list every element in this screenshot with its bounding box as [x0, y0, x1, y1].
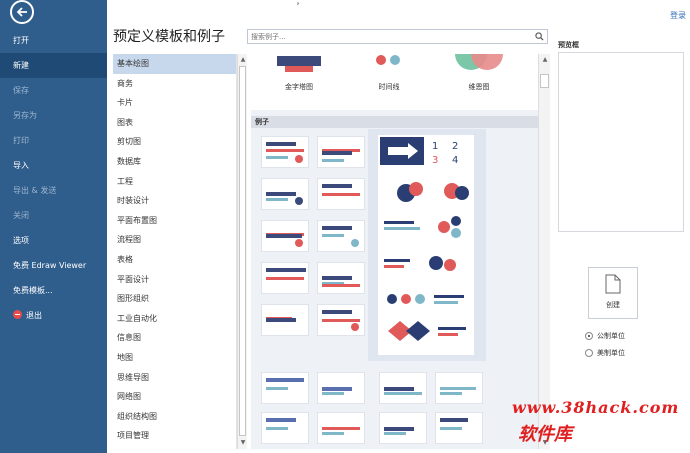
file-menu: 打开 新建 保存 另存为 打印 导入 导出 & 发送 关闭 选项 免费 Edra…: [0, 28, 107, 328]
category-item[interactable]: 信息图: [113, 328, 236, 348]
login-link[interactable]: 登录: [670, 10, 686, 21]
example-thumbnail[interactable]: [317, 220, 365, 252]
category-item[interactable]: 工程: [113, 172, 236, 192]
example-thumbnail[interactable]: [261, 262, 309, 294]
scroll-up-icon[interactable]: ▲: [239, 56, 247, 64]
category-item[interactable]: 平面布置图: [113, 211, 236, 231]
create-label: 创建: [606, 301, 620, 309]
example-thumbnail[interactable]: [317, 412, 365, 444]
example-thumbnail[interactable]: [379, 412, 427, 444]
category-item[interactable]: 商务: [113, 74, 236, 94]
sidebar: 打开 新建 保存 另存为 打印 导入 导出 & 发送 关闭 选项 免费 Edra…: [0, 0, 107, 453]
category-item[interactable]: 基本绘图: [113, 54, 236, 74]
example-thumbnail[interactable]: [379, 372, 427, 404]
watermark-url: www.38hack.com: [512, 398, 680, 417]
category-item[interactable]: 思维导图: [113, 368, 236, 388]
example-thumbnail[interactable]: [261, 412, 309, 444]
example-thumbnail[interactable]: [261, 220, 309, 252]
svg-text:3: 3: [432, 155, 438, 166]
category-item[interactable]: 组织结构图: [113, 407, 236, 427]
example-thumbnail[interactable]: [261, 178, 309, 210]
example-thumbnail[interactable]: [261, 304, 309, 336]
examples-section-header: 例子: [251, 116, 538, 128]
example-thumbnail[interactable]: [317, 136, 365, 168]
scroll-up-icon[interactable]: ▲: [541, 56, 549, 64]
pyramid-thumbnail[interactable]: [269, 54, 329, 74]
category-item[interactable]: 剪切图: [113, 132, 236, 152]
menu-close[interactable]: 关闭: [0, 203, 107, 228]
search-input[interactable]: [248, 30, 528, 43]
create-button[interactable]: 创建: [588, 267, 638, 319]
radio-metric[interactable]: [585, 332, 593, 340]
category-item[interactable]: 图形组织: [113, 289, 236, 309]
category-item[interactable]: 图表: [113, 113, 236, 133]
example-thumbnail[interactable]: [261, 136, 309, 168]
category-list: 基本绘图 商务 卡片 图表 剪切图 数据库 工程 时装设计 平面布置图 流程图 …: [113, 54, 237, 449]
infographic-graphic: 1 2 3 4: [380, 137, 469, 341]
category-item[interactable]: 网络图: [113, 387, 236, 407]
radio-us[interactable]: [585, 349, 593, 357]
timeline-thumbnail[interactable]: [359, 54, 419, 74]
category-item[interactable]: 表格: [113, 250, 236, 270]
search-box: [247, 29, 548, 44]
selected-example-preview[interactable]: 1 2 3 4: [368, 129, 486, 361]
example-thumbnail[interactable]: [317, 304, 365, 336]
example-thumbnail[interactable]: [317, 262, 365, 294]
example-thumbnail[interactable]: [435, 372, 483, 404]
scroll-down-icon[interactable]: ▼: [239, 439, 247, 447]
venn-thumbnail[interactable]: [449, 54, 509, 74]
example-thumbnail[interactable]: [435, 412, 483, 444]
svg-text:2: 2: [452, 141, 458, 152]
menu-print[interactable]: 打印: [0, 128, 107, 153]
template-label: 金字塔图: [285, 83, 313, 91]
template-top-row: 金字塔图 时间线 维恩图: [251, 54, 538, 110]
template-scrollbar[interactable]: ▲ ▼: [538, 54, 550, 449]
menu-save-as[interactable]: 另存为: [0, 103, 107, 128]
scroll-thumb[interactable]: [239, 66, 246, 436]
template-label: 时间线: [378, 83, 400, 91]
category-item[interactable]: 地图: [113, 348, 236, 368]
menu-free-templates[interactable]: 免费模板...: [0, 278, 107, 303]
category-item[interactable]: 流程图: [113, 230, 236, 250]
preview-label: 预览框: [558, 41, 579, 49]
preview-box: [558, 52, 684, 232]
menu-new[interactable]: 新建: [0, 53, 107, 78]
category-item[interactable]: 数据库: [113, 152, 236, 172]
exit-icon: [13, 310, 22, 319]
category-item[interactable]: 项目管理: [113, 426, 236, 446]
menu-save[interactable]: 保存: [0, 78, 107, 103]
example-thumbnail[interactable]: [317, 178, 365, 210]
scroll-thumb[interactable]: [540, 74, 549, 88]
watermark-text: 软件库: [518, 424, 572, 445]
example-thumbnail[interactable]: [317, 372, 365, 404]
category-item[interactable]: 时装设计: [113, 191, 236, 211]
template-gallery: 金字塔图 时间线 维恩图 例子 1 2 3 4: [251, 54, 538, 449]
menu-free-viewer[interactable]: 免费 Edraw Viewer: [0, 253, 107, 278]
top-cut-text: ，: [296, 0, 304, 6]
menu-export-send[interactable]: 导出 & 发送: [0, 178, 107, 203]
example-thumbnail[interactable]: [261, 372, 309, 404]
us-units-option[interactable]: 美制单位: [585, 348, 625, 358]
menu-import[interactable]: 导入: [0, 153, 107, 178]
category-item[interactable]: 工业自动化: [113, 309, 236, 329]
page-title: 预定义模板和例子: [113, 29, 225, 45]
svg-text:4: 4: [452, 155, 458, 166]
search-icon[interactable]: [535, 32, 544, 41]
template-label: 维恩图: [468, 83, 490, 91]
category-scrollbar[interactable]: ▲ ▼: [237, 54, 247, 449]
category-item[interactable]: 卡片: [113, 93, 236, 113]
menu-exit-label: 退出: [26, 311, 42, 320]
metric-units-option[interactable]: 公制单位: [585, 331, 625, 341]
new-document-icon: [605, 274, 621, 294]
menu-exit[interactable]: 退出: [0, 303, 107, 328]
category-item[interactable]: 平面设计: [113, 270, 236, 290]
category-item[interactable]: 科学: [113, 446, 236, 449]
us-units-label: 美制单位: [597, 349, 625, 357]
menu-open[interactable]: 打开: [0, 28, 107, 53]
svg-text:1: 1: [432, 141, 438, 152]
metric-units-label: 公制单位: [597, 332, 625, 340]
preview-page: 1 2 3 4: [378, 135, 474, 355]
menu-options[interactable]: 选项: [0, 228, 107, 253]
back-arrow-icon[interactable]: [10, 0, 34, 24]
